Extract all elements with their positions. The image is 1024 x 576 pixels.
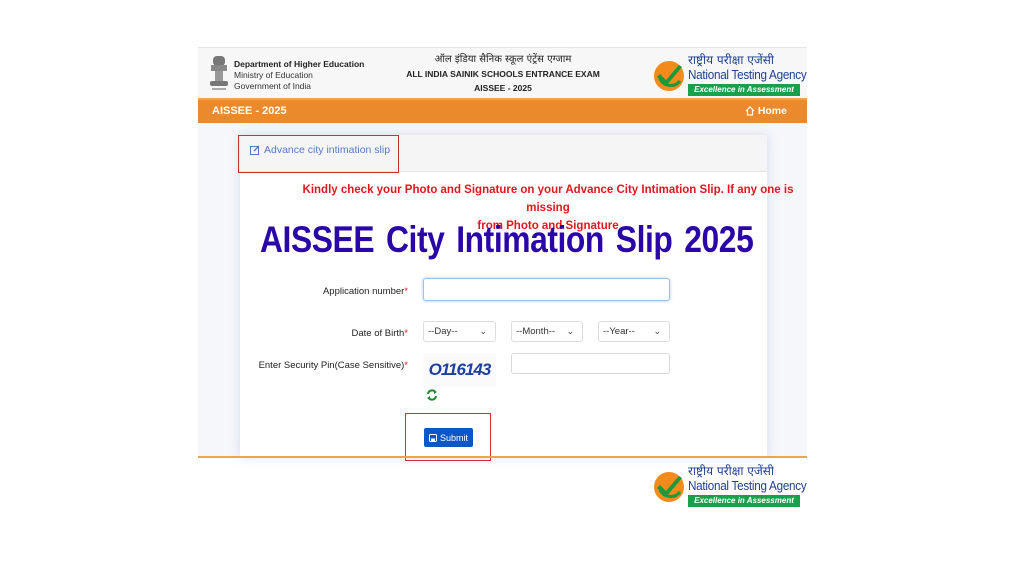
page-title: AISSEE City Intimation Slip 2025 (260, 219, 754, 260)
nta-name-english: National Testing Agency (688, 67, 807, 82)
highlight-box-submit (405, 413, 491, 461)
highlight-box-tab (238, 135, 399, 173)
exam-title-english: ALL INDIA SAINIK SCHOOLS ENTRANCE EXAM (406, 69, 600, 79)
dob-day-select[interactable]: --Day-- ⌄ (423, 321, 496, 342)
required-mark: * (404, 360, 408, 371)
home-icon (745, 106, 755, 116)
department-info: Department of Higher Education Ministry … (234, 59, 364, 92)
nta-name-english: National Testing Agency (688, 478, 807, 493)
chevron-down-icon: ⌄ (653, 326, 661, 336)
nta-name-hindi: राष्ट्रीय परीक्षा एजेंसी (688, 464, 775, 478)
nta-check-icon (654, 472, 684, 502)
nta-tagline: Excellence in Assessment (688, 495, 800, 507)
application-number-label: Application number* (323, 286, 408, 297)
footer-divider (198, 456, 807, 458)
security-pin-label: Enter Security Pin(Case Sensitive)* (259, 360, 408, 371)
government-name: Government of India (234, 81, 312, 91)
nta-name-hindi: राष्ट्रीय परीक्षा एजेंसी (688, 53, 775, 67)
date-of-birth-label-text: Date of Birth (351, 328, 405, 339)
home-link[interactable]: Home (745, 105, 787, 117)
emblem-icon (210, 56, 228, 90)
dob-year-value: --Year-- (603, 326, 635, 337)
refresh-icon[interactable] (426, 389, 438, 401)
department-name: Department of Higher Education (234, 59, 365, 69)
home-label: Home (757, 105, 787, 117)
captcha-image: O116143 (423, 353, 496, 387)
required-mark: * (404, 328, 408, 339)
exam-title-hindi: ऑल इंडिया सैनिक स्कूल एंट्रेंस एग्जाम (434, 54, 572, 65)
chevron-down-icon: ⌄ (566, 326, 574, 336)
dob-year-select[interactable]: --Year-- ⌄ (598, 321, 670, 342)
nta-tagline: Excellence in Assessment (688, 84, 800, 96)
application-number-label-text: Application number (322, 286, 405, 297)
nta-logo-footer: राष्ट्रीय परीक्षा एजेंसी National Testin… (652, 462, 807, 508)
navbar-brand[interactable]: AISSEE - 2025 (212, 105, 287, 117)
exam-heading: ऑल इंडिया सैनिक स्कूल एंट्रेंस एग्जाम AL… (393, 53, 613, 95)
dob-day-value: --Day-- (428, 326, 458, 337)
security-pin-label-text: Enter Security Pin(Case Sensitive) (258, 360, 405, 371)
nta-logo: राष्ट्रीय परीक्षा एजेंसी National Testin… (652, 51, 807, 97)
page: Department of Higher Education Ministry … (198, 47, 807, 509)
notice-line-1: Kindly check your Photo and Signature on… (302, 184, 794, 214)
required-mark: * (404, 286, 408, 297)
nta-check-icon (654, 61, 684, 91)
ministry-name: Ministry of Education (234, 70, 313, 80)
chevron-down-icon: ⌄ (479, 326, 487, 336)
navbar: AISSEE - 2025 Home (198, 98, 807, 123)
security-pin-input[interactable] (511, 353, 670, 374)
application-number-input[interactable] (423, 278, 670, 301)
date-of-birth-label: Date of Birth* (351, 328, 408, 339)
dob-month-value: --Month-- (516, 326, 556, 337)
exam-year: AISSEE - 2025 (474, 83, 532, 93)
dob-month-select[interactable]: --Month-- ⌄ (511, 321, 583, 342)
site-header: Department of Higher Education Ministry … (198, 47, 807, 98)
